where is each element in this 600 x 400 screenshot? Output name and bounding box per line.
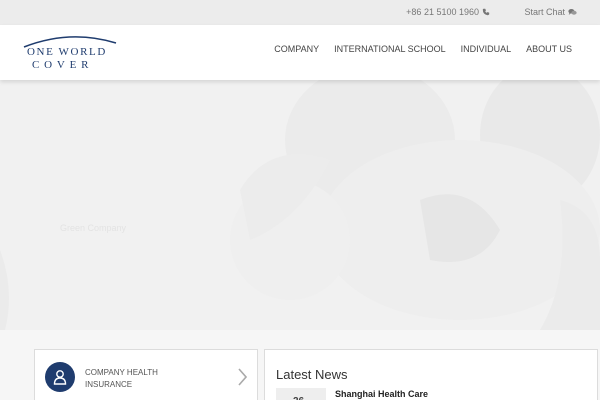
nav-item-individual[interactable]: INDIVIDUAL — [461, 44, 512, 54]
news-date-badge: 26 — [276, 388, 326, 400]
top-utility-bar: +86 21 5100 1960 Start Chat — [0, 0, 600, 25]
hero-background-image — [0, 80, 600, 330]
phone-link[interactable]: +86 21 5100 1960 — [406, 7, 490, 17]
service-label: COMPANY HEALTH INSURANCE — [85, 367, 195, 391]
main-header: ONE WORLD COVER COMPANY INTERNATIONAL SC… — [0, 25, 600, 80]
start-chat-label: Start Chat — [524, 7, 565, 17]
phone-number: +86 21 5100 1960 — [406, 7, 479, 17]
chevron-right-icon[interactable] — [237, 368, 247, 386]
logo-text-line2: COVER — [32, 59, 94, 71]
nav-item-about-us[interactable]: ABOUT US — [526, 44, 572, 54]
news-date-day: 26 — [293, 396, 304, 400]
nav-item-international-school[interactable]: INTERNATIONAL SCHOOL — [334, 44, 446, 54]
person-icon — [53, 370, 67, 385]
service-label-line1: COMPANY HEALTH — [85, 368, 158, 377]
logo-text-line1: ONE WORLD — [27, 46, 107, 58]
latest-news-title: Latest News — [276, 367, 348, 382]
service-label-line2: INSURANCE — [85, 380, 133, 389]
phone-icon — [482, 8, 490, 16]
company-health-insurance-card[interactable]: COMPANY HEALTH INSURANCE — [34, 349, 258, 400]
nav-item-company[interactable]: COMPANY — [274, 44, 319, 54]
hero-caption: Green Company — [60, 223, 127, 233]
latest-news-card: Latest News 26 Shanghai Health Care — [264, 349, 598, 400]
chat-bubbles-icon — [568, 9, 577, 15]
news-headline-link[interactable]: Shanghai Health Care — [335, 389, 428, 399]
hero-banner: Green Company — [0, 80, 600, 330]
start-chat-link[interactable]: Start Chat — [524, 7, 577, 17]
site-logo[interactable]: ONE WORLD COVER — [20, 33, 120, 73]
main-nav: COMPANY INTERNATIONAL SCHOOL INDIVIDUAL … — [274, 44, 572, 54]
service-icon-badge — [45, 362, 75, 392]
